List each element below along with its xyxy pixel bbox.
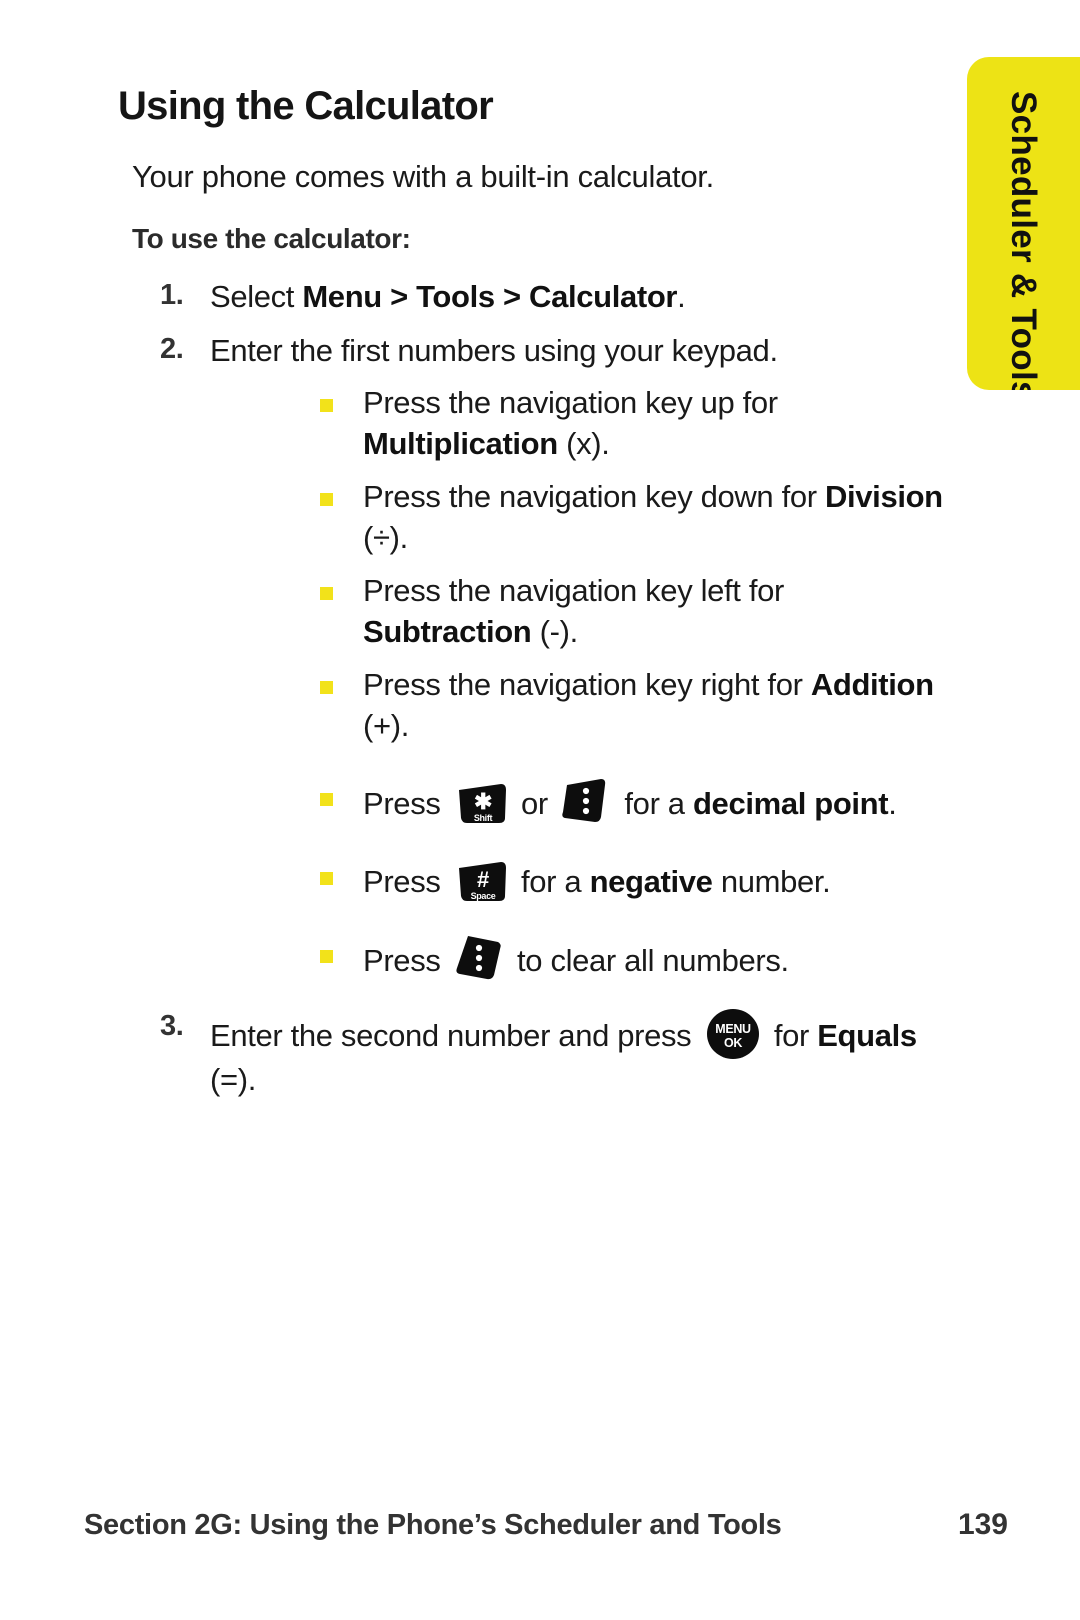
- square-bullet-icon: [320, 792, 333, 806]
- right-soft-key-icon: [561, 777, 611, 825]
- svg-text:Space: Space: [470, 891, 495, 901]
- emphasis-text: Addition: [810, 666, 934, 702]
- square-bullet-icon: [320, 493, 333, 507]
- bullet-text: Press to clear all numbers.: [363, 935, 789, 979]
- page-content: Using the Calculator Your phone comes wi…: [0, 0, 960, 1100]
- square-bullet-icon: [320, 680, 333, 694]
- bullet-item: Press the navigation key up for Multipli…: [210, 383, 960, 465]
- square-bullet-icon: [320, 586, 333, 600]
- bullet-text: Press the navigation key left for Subtra…: [363, 572, 784, 649]
- intro-paragraph: Your phone comes with a built-in calcula…: [132, 159, 714, 194]
- emphasis-text: negative: [589, 863, 713, 899]
- step-bullet-list: Press the navigation key up for Multipli…: [210, 383, 960, 981]
- footer-section-text: Section 2G: Using the Phone’s Scheduler …: [84, 1509, 782, 1541]
- manual-page: Scheduler & Tools Using the Calculator Y…: [0, 0, 1080, 1620]
- bullet-item: Press the navigation key down for Divisi…: [210, 477, 960, 559]
- step-number: 1.: [160, 278, 184, 311]
- pound-space-key-icon: # Space: [453, 856, 509, 904]
- procedure-step: 3. Enter the second number and press MENU…: [118, 1008, 960, 1100]
- step-number: 2.: [160, 333, 184, 366]
- bullet-text: Press the navigation key right for Addit…: [363, 666, 934, 743]
- emphasis-text: decimal point: [692, 785, 889, 821]
- star-shift-key-icon: ✱ Shift: [453, 778, 509, 826]
- emphasis-text: Equals: [817, 1017, 917, 1053]
- emphasis-text: Menu > Tools > Calculator: [302, 278, 678, 314]
- left-soft-key-icon: [454, 934, 504, 982]
- bullet-text: Press # Space for a negative number.: [363, 861, 831, 901]
- bullet-item: Press the navigation key right for Addit…: [210, 665, 960, 747]
- page-footer: Section 2G: Using the Phone’s Scheduler …: [84, 1508, 1008, 1542]
- bullet-item: Press the navigation key left for Subtra…: [210, 571, 960, 653]
- step-text: Select Menu > Tools > Calculator.: [210, 278, 686, 314]
- procedure-step-list: 1. Select Menu > Tools > Calculator. 2. Ent…: [118, 277, 960, 1100]
- bullet-text: Press the navigation key down for Divisi…: [363, 479, 943, 556]
- emphasis-text: Division: [824, 479, 943, 515]
- svg-text:#: #: [477, 867, 489, 892]
- svg-text:MENU: MENU: [715, 1022, 751, 1036]
- svg-text:✱: ✱: [474, 789, 492, 814]
- step-text: Enter the first numbers using your keypa…: [210, 333, 778, 369]
- step-text: Enter the second number and press MENU O…: [210, 1008, 917, 1097]
- section-tab: Scheduler & Tools: [967, 57, 1080, 390]
- square-bullet-icon: [320, 949, 333, 963]
- svg-text:Shift: Shift: [474, 813, 493, 823]
- emphasis-text: Multiplication: [363, 426, 558, 462]
- emphasis-text: Subtraction: [363, 613, 532, 649]
- menu-ok-key-icon: MENU OK: [706, 1008, 760, 1060]
- bullet-item: Press # Space for a negative number.: [210, 856, 960, 904]
- step-number: 3.: [160, 1009, 184, 1042]
- svg-text:OK: OK: [724, 1036, 742, 1050]
- bullet-text: Press the navigation key up for Multipli…: [363, 385, 778, 462]
- square-bullet-icon: [320, 399, 333, 413]
- bullet-item: Press ✱ Shift or for a decimal point.: [210, 777, 960, 826]
- procedure-step: 1. Select Menu > Tools > Calculator.: [118, 277, 960, 317]
- square-bullet-icon: [320, 871, 333, 885]
- procedure-step: 2. Enter the first numbers using your key…: [118, 331, 960, 982]
- procedure-subheading: To use the calculator:: [132, 222, 411, 254]
- section-tab-label: Scheduler & Tools: [1004, 91, 1043, 390]
- bullet-text: Press ✱ Shift or for a decimal point.: [363, 778, 897, 823]
- bullet-item: Press to clear all numbers.: [210, 934, 960, 982]
- page-title: Using the Calculator: [118, 84, 494, 128]
- footer-page-number: 139: [957, 1508, 1008, 1541]
